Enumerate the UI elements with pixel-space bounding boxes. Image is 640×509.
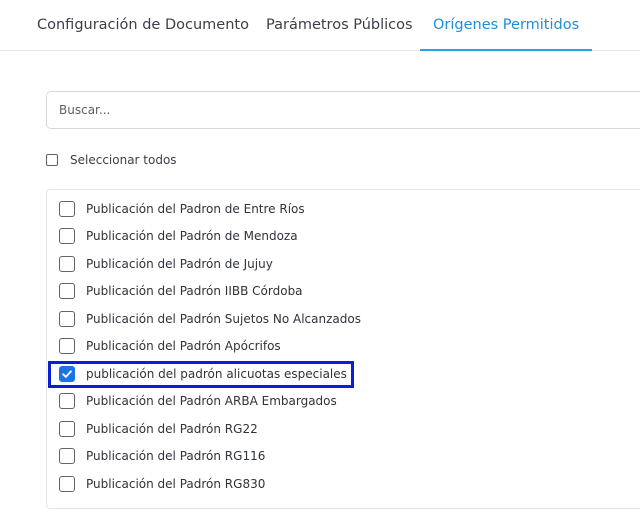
- item-label: Publicación del Padrón IIBB Córdoba: [86, 284, 303, 298]
- list-item[interactable]: Publicación del Padrón de Mendoza: [59, 227, 298, 245]
- item-checkbox[interactable]: [59, 338, 75, 354]
- item-label: Publicación del Padrón RG22: [86, 422, 258, 436]
- list-item[interactable]: Publicación del Padrón RG830: [59, 475, 265, 493]
- search-box: [46, 91, 640, 129]
- item-checkbox[interactable]: [59, 311, 75, 327]
- select-all-checkbox[interactable]: [46, 154, 58, 166]
- item-label: Publicación del Padrón RG116: [86, 449, 266, 463]
- search-input[interactable]: [47, 92, 639, 128]
- item-checkbox[interactable]: [59, 256, 75, 272]
- list-item[interactable]: Publicación del Padrón Sujetos No Alcanz…: [59, 310, 361, 328]
- list-item[interactable]: Publicación del Padrón ARBA Embargados: [59, 392, 337, 410]
- list-item[interactable]: Publicación del Padrón RG116: [59, 447, 265, 465]
- select-all-row[interactable]: Seleccionar todos: [46, 152, 177, 168]
- item-label: publicación del padrón alicuotas especia…: [86, 367, 347, 381]
- list-item[interactable]: publicación del padrón alicuotas especia…: [59, 365, 347, 383]
- item-label: Publicación del Padrón de Mendoza: [86, 229, 298, 243]
- tab-parametros-publicos[interactable]: Parámetros Públicos: [266, 0, 413, 50]
- item-label: Publicación del Padrón de Jujuy: [86, 257, 273, 271]
- select-all-label: Seleccionar todos: [70, 153, 177, 167]
- origins-list: Publicación del Padron de Entre Ríos Pub…: [46, 189, 640, 509]
- item-checkbox[interactable]: [59, 228, 75, 244]
- item-checkbox[interactable]: [59, 476, 75, 492]
- item-label: Publicación del Padrón RG830: [86, 477, 266, 491]
- list-item[interactable]: Publicación del Padrón IIBB Córdoba: [59, 282, 303, 300]
- list-item[interactable]: Publicación del Padrón Apócrifos: [59, 337, 281, 355]
- list-item[interactable]: Publicación del Padron de Entre Ríos: [59, 200, 305, 218]
- item-label: Publicación del Padrón ARBA Embargados: [86, 394, 337, 408]
- item-label: Publicación del Padron de Entre Ríos: [86, 202, 305, 216]
- item-checkbox[interactable]: [59, 421, 75, 437]
- list-item[interactable]: Publicación del Padrón de Jujuy: [59, 255, 273, 273]
- item-checkbox[interactable]: [59, 283, 75, 299]
- tab-configuracion-documento[interactable]: Configuración de Documento: [37, 0, 249, 50]
- tab-bar: Configuración de Documento Parámetros Pú…: [0, 0, 640, 51]
- tab-origenes-permitidos[interactable]: Orígenes Permitidos: [420, 0, 593, 51]
- item-checkbox[interactable]: [59, 201, 75, 217]
- item-label: Publicación del Padrón Apócrifos: [86, 339, 281, 353]
- check-icon: [62, 370, 72, 378]
- item-checkbox-checked[interactable]: [59, 366, 75, 382]
- item-label: Publicación del Padrón Sujetos No Alcanz…: [86, 312, 361, 326]
- list-item[interactable]: Publicación del Padrón RG22: [59, 420, 258, 438]
- item-checkbox[interactable]: [59, 448, 75, 464]
- item-checkbox[interactable]: [59, 393, 75, 409]
